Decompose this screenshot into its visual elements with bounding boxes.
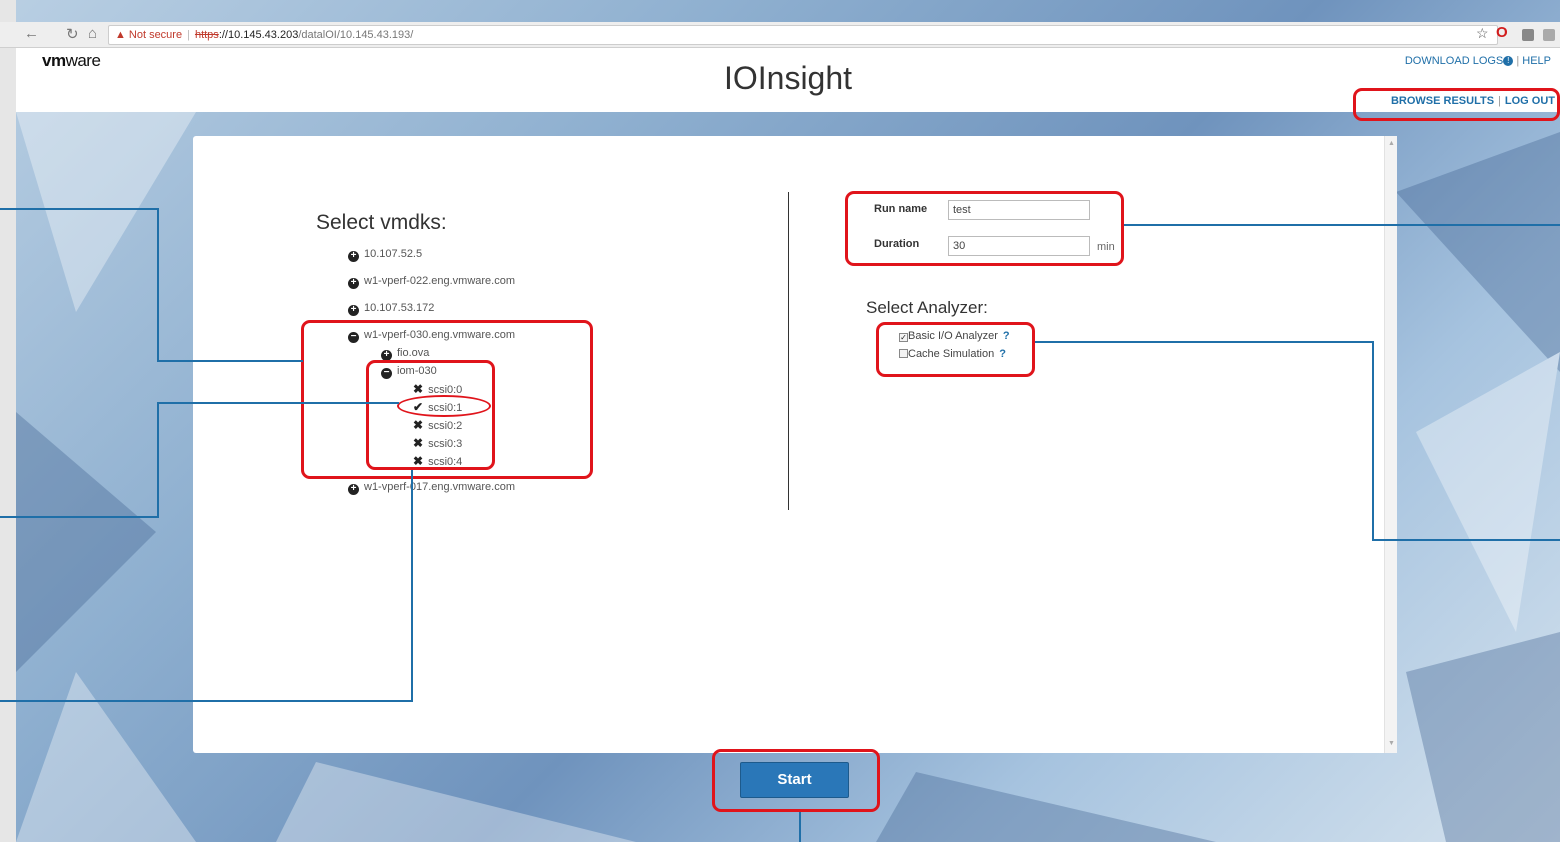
expand-icon[interactable]: + (348, 251, 359, 262)
page-edge (0, 0, 16, 842)
unselected-x-icon: ✖ (413, 454, 424, 468)
duration-label: Duration (874, 238, 920, 250)
collapse-icon[interactable]: − (381, 368, 392, 379)
scroll-down-icon[interactable]: ▼ (1388, 740, 1395, 747)
scrollbar[interactable]: ▲ ▼ (1384, 136, 1397, 753)
log-out-link[interactable]: LOG OUT (1505, 95, 1555, 107)
column-divider (788, 192, 789, 510)
url-scheme: https (194, 29, 219, 41)
tree-host[interactable]: − w1-vperf-030.eng.vmware.com (348, 329, 515, 343)
expand-icon[interactable]: + (348, 305, 359, 316)
address-bar[interactable]: ▲ Not secure | https://10.145.43.203/datalO… (108, 25, 1498, 45)
extension-icon[interactable] (1543, 29, 1555, 41)
tree-vm[interactable]: + fio.ova (381, 347, 429, 361)
checkbox-unchecked[interactable] (899, 349, 908, 358)
tree-disk[interactable]: ✔ scsi0:1 (413, 400, 462, 414)
browser-toolbar: ← ↻ ⌂ ▲ Not secure | https://10.145.43.203/… (0, 22, 1560, 48)
start-button[interactable]: Start (740, 762, 849, 798)
top-links: DOWNLOAD LOGS! | HELP (1404, 55, 1551, 67)
scroll-up-icon[interactable]: ▲ (1388, 140, 1395, 147)
url-separator: | (187, 29, 190, 41)
duration-input[interactable] (948, 236, 1090, 256)
analyzer-option-cache[interactable]: Cache Simulation? (899, 348, 1006, 360)
url-host: ://10.145.43.203 (218, 29, 299, 41)
tree-host[interactable]: + w1-vperf-017.eng.vmware.com (348, 481, 515, 495)
back-icon[interactable]: ← (24, 25, 39, 42)
download-logs-link[interactable]: DOWNLOAD LOGS (1405, 55, 1503, 67)
expand-icon[interactable]: + (381, 350, 392, 361)
extension-icon[interactable] (1522, 29, 1534, 41)
security-label: Not secure (128, 29, 183, 41)
home-icon[interactable]: ⌂ (88, 25, 97, 42)
tree-disk[interactable]: ✖ scsi0:2 (413, 418, 462, 432)
tree-host[interactable]: +10.107.52.5 (348, 248, 422, 262)
page-title: IOInsight (723, 60, 853, 96)
tree-host[interactable]: +10.107.53.172 (348, 302, 434, 316)
run-name-label: Run name (874, 203, 928, 215)
collapse-icon[interactable]: − (348, 332, 359, 343)
help-icon[interactable]: ? (999, 348, 1006, 360)
account-links: BROWSE RESULTS | LOG OUT (1390, 95, 1555, 107)
info-icon[interactable]: ! (1503, 56, 1514, 66)
help-link[interactable]: HELP (1522, 55, 1551, 67)
warning-icon: ▲ (115, 29, 126, 41)
browse-results-link[interactable]: BROWSE RESULTS (1391, 95, 1494, 107)
analyzer-option-basic[interactable]: ✓Basic I/O Analyzer? (899, 330, 1010, 342)
app-header: vmware IOInsight DOWNLOAD LOGS! | HELP B… (16, 48, 1560, 112)
unselected-x-icon: ✖ (413, 418, 424, 432)
reload-icon[interactable]: ↻ (66, 25, 79, 43)
expand-icon[interactable]: + (348, 484, 359, 495)
run-name-input[interactable] (948, 200, 1090, 220)
tree-disk[interactable]: ✖ scsi0:3 (413, 436, 462, 450)
tree-disk[interactable]: ✖ scsi0:0 (413, 382, 462, 396)
unselected-x-icon: ✖ (413, 382, 424, 396)
checkbox-checked[interactable]: ✓ (899, 333, 908, 342)
tree-disk[interactable]: ✖ scsi0:4 (413, 454, 462, 468)
vmdks-title: Select vmdks: (316, 211, 447, 234)
tree-host[interactable]: + w1-vperf-022.eng.vmware.com (348, 275, 515, 289)
tree-vm[interactable]: − iom-030 (381, 365, 437, 379)
analyzer-title: Select Analyzer: (866, 298, 988, 317)
unselected-x-icon: ✖ (413, 436, 424, 450)
selected-check-icon: ✔ (413, 400, 424, 414)
url-path: /datalOI/10.145.43.193/ (298, 29, 414, 41)
opera-icon[interactable]: O (1496, 24, 1508, 41)
expand-icon[interactable]: + (348, 278, 359, 289)
duration-unit: min (1097, 241, 1115, 253)
help-icon[interactable]: ? (1003, 330, 1010, 342)
bookmark-star-icon[interactable]: ☆ (1476, 25, 1489, 42)
